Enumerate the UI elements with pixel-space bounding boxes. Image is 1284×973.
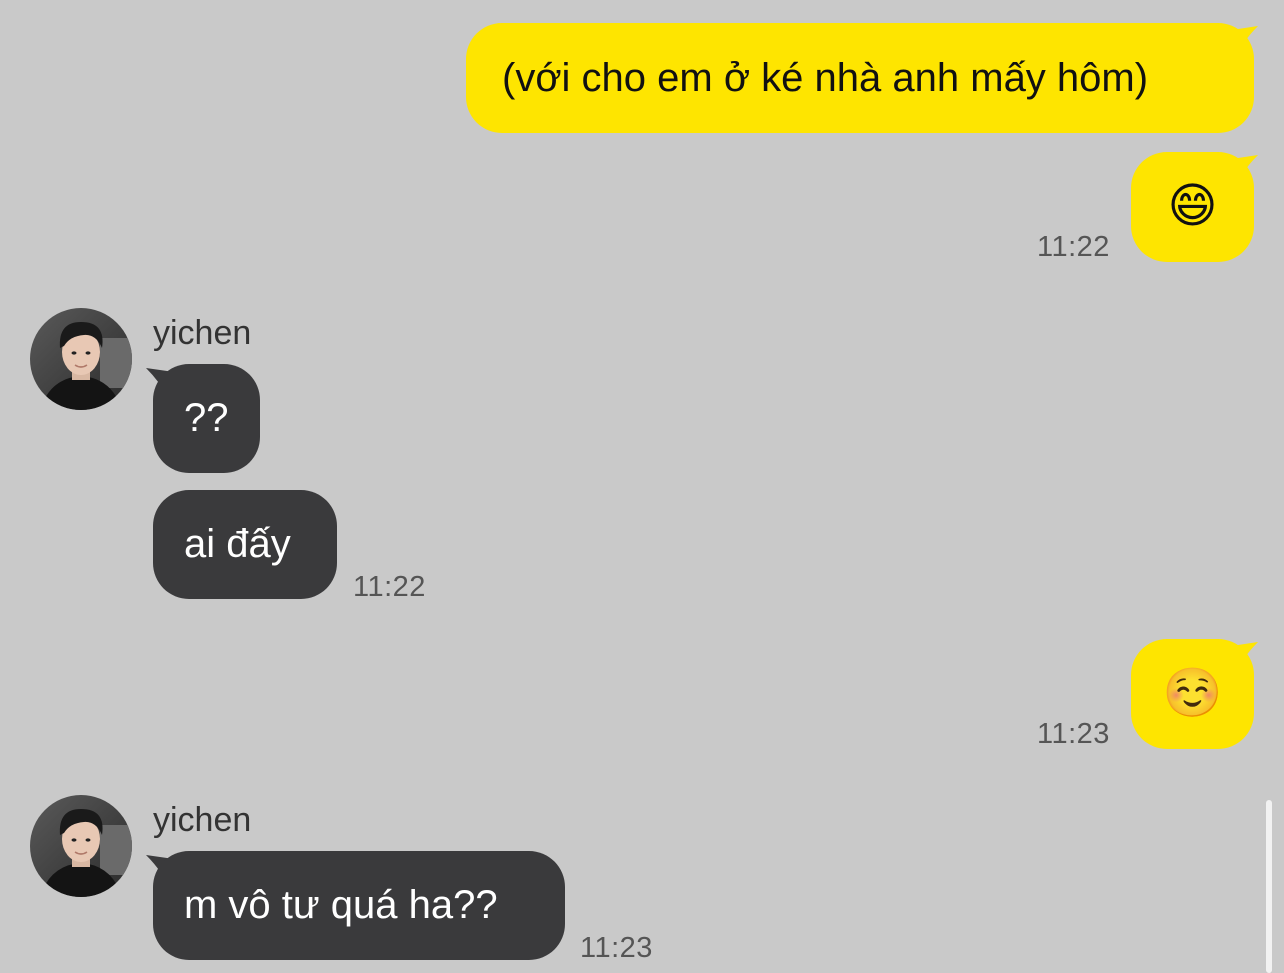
- avatar-photo: [30, 795, 132, 897]
- message-text: ai đấy: [184, 522, 291, 566]
- message-text: (với cho em ở ké nhà anh mấy hôm): [502, 55, 1149, 100]
- avatar[interactable]: [30, 308, 132, 410]
- message-bubble-incoming[interactable]: ai đấy: [153, 490, 337, 599]
- avatar[interactable]: [30, 795, 132, 897]
- message-bubble-outgoing[interactable]: ☺️: [1131, 639, 1254, 749]
- sender-name: yichen: [153, 314, 252, 352]
- message-timestamp: 11:22: [353, 571, 426, 603]
- message-bubble-outgoing[interactable]: 😄: [1131, 152, 1254, 262]
- message-text: ??: [184, 396, 229, 440]
- avatar-photo: [30, 308, 132, 410]
- message-timestamp: 11:23: [580, 932, 653, 964]
- chat-view[interactable]: (với cho em ở ké nhà anh mấy hôm) 😄 11:2…: [0, 0, 1284, 973]
- message-timestamp: 11:23: [1037, 718, 1110, 750]
- sender-name: yichen: [153, 801, 252, 839]
- message-bubble-incoming[interactable]: m vô tư quá ha??: [153, 851, 565, 960]
- message-bubble-incoming[interactable]: ??: [153, 364, 260, 473]
- scrollbar[interactable]: [1266, 800, 1272, 973]
- grinning-face-emoji: 😄: [1167, 180, 1218, 233]
- message-bubble-outgoing[interactable]: (với cho em ở ké nhà anh mấy hôm): [466, 23, 1254, 133]
- smiling-face-emoji: ☺️: [1162, 667, 1223, 720]
- message-text: m vô tư quá ha??: [184, 883, 498, 927]
- message-timestamp: 11:22: [1037, 231, 1110, 263]
